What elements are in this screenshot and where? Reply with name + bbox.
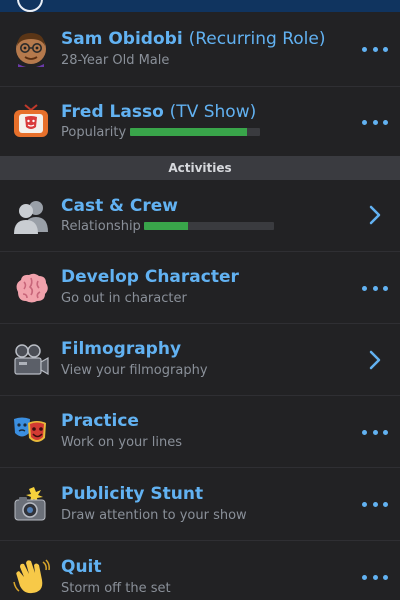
tv-show-icon [14, 104, 48, 137]
activity-subtitle: Work on your lines [61, 435, 182, 450]
brain-icon [16, 273, 48, 303]
film-camera-icon [14, 344, 49, 376]
activity-title: Quit [61, 557, 102, 577]
more-options-icon[interactable] [362, 46, 388, 52]
activity-develop-character[interactable]: Develop Character Go out in character [0, 252, 400, 324]
activity-subtitle: Relationship [61, 219, 141, 234]
profile-ring-icon[interactable] [17, 0, 43, 12]
activity-filmography[interactable]: Filmography View your filmography [0, 324, 400, 396]
activity-quit[interactable]: Quit Storm off the set [0, 541, 400, 600]
character-name: Sam Obidobi (Recurring Role) [61, 29, 325, 49]
popularity-label: Popularity [61, 125, 127, 140]
more-options-icon[interactable] [362, 574, 388, 580]
activity-title: Filmography [61, 339, 182, 359]
more-options-icon[interactable] [362, 285, 388, 291]
activity-subtitle: Draw attention to your show [61, 508, 247, 523]
app-screen: Sam Obidobi (Recurring Role) 28-Year Old… [0, 0, 400, 600]
popularity-bar-fill [130, 128, 247, 136]
activity-subtitle: Go out in character [61, 291, 187, 306]
theater-masks-icon [14, 417, 46, 442]
activity-subtitle: View your filmography [61, 363, 208, 378]
activity-title: Cast & Crew [61, 196, 178, 216]
character-role: (Recurring Role) [188, 29, 326, 49]
avatar-icon [16, 33, 46, 67]
show-type: (TV Show) [169, 102, 257, 122]
activity-title: Practice [61, 411, 139, 431]
activity-cast-crew[interactable]: Cast & Crew Relationship [0, 180, 400, 252]
activity-title: Develop Character [61, 267, 239, 287]
relationship-bar-fill [144, 222, 189, 230]
activity-title: Publicity Stunt [61, 484, 204, 504]
character-description: 28-Year Old Male [61, 53, 170, 68]
show-row[interactable]: Fred Lasso (TV Show) Popularity [0, 87, 400, 156]
activity-practice[interactable]: Practice Work on your lines [0, 396, 400, 468]
camera-flash-icon [14, 487, 46, 521]
popularity-bar [130, 128, 260, 136]
more-options-icon[interactable] [362, 429, 388, 435]
relationship-bar [144, 222, 274, 230]
activity-subtitle: Storm off the set [61, 581, 171, 596]
character-row[interactable]: Sam Obidobi (Recurring Role) 28-Year Old… [0, 12, 400, 87]
show-name: Fred Lasso (TV Show) [61, 102, 256, 122]
section-header: Activities [0, 156, 400, 180]
show-name-text: Fred Lasso [61, 102, 164, 122]
more-options-icon[interactable] [362, 501, 388, 507]
character-name-text: Sam Obidobi [61, 29, 183, 49]
more-options-icon[interactable] [362, 119, 388, 125]
people-silhouette-icon [14, 201, 48, 234]
chevron-right-icon[interactable] [368, 205, 382, 225]
waving-hand-icon [13, 559, 50, 594]
top-bar [0, 0, 400, 12]
activity-publicity-stunt[interactable]: Publicity Stunt Draw attention to your s… [0, 468, 400, 541]
chevron-right-icon[interactable] [368, 350, 382, 370]
